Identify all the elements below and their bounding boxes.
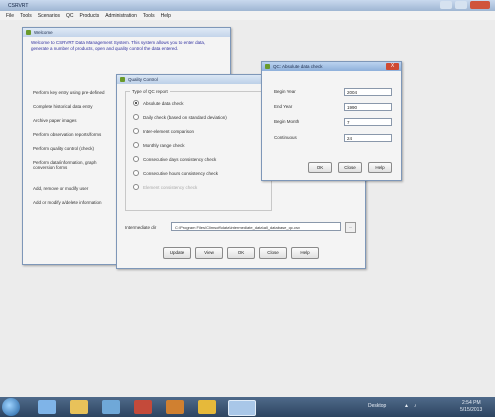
close-dialog-button[interactable]: Close: [259, 247, 287, 259]
clock-time[interactable]: 2:54 PM: [462, 400, 481, 406]
active-app-icon[interactable]: [228, 400, 256, 416]
volume-icon[interactable]: ♪: [414, 403, 417, 409]
app-icon: [265, 64, 270, 69]
close-icon[interactable]: X: [386, 63, 399, 70]
radio-icon: [133, 184, 139, 190]
intermediate-dir-input[interactable]: C:\Program Files\Climsoft\data\intermedi…: [171, 222, 341, 231]
menu-tools-2[interactable]: Tools: [143, 13, 155, 19]
view-button[interactable]: View: [195, 247, 223, 259]
radio-icon: [133, 142, 139, 148]
radio-icon: [133, 156, 139, 162]
app-icon: [120, 77, 125, 82]
welcome-option[interactable]: Perform observation reports/forms: [33, 132, 113, 137]
welcome-option[interactable]: Perform data/information, graph conversi…: [33, 160, 113, 170]
absolute-check-title: QC: Absolute data check: [273, 64, 323, 69]
welcome-option[interactable]: Archive paper images: [33, 118, 113, 123]
welcome-option[interactable]: Complete historical data entry: [33, 104, 113, 109]
begin-year-input[interactable]: 2004: [344, 88, 392, 96]
qc-option-absolute[interactable]: Absolute data check: [133, 100, 184, 106]
begin-month-label: Begin Month: [274, 119, 300, 124]
radio-icon: [133, 170, 139, 176]
app-icon-orange[interactable]: [166, 400, 184, 414]
menu-administration[interactable]: Administration: [105, 13, 137, 19]
welcome-title-bar: Welcome: [23, 28, 230, 37]
absolute-check-dialog: QC: Absolute data check X Begin Year 200…: [261, 61, 402, 181]
end-year-label: End Year: [274, 104, 293, 109]
welcome-option[interactable]: Perform key entry using pre-defined: [33, 90, 113, 95]
qc-type-group-label: Type of QC report: [130, 89, 170, 94]
welcome-option[interactable]: Add or modify a/delete information: [33, 200, 113, 205]
media-player-icon[interactable]: [102, 400, 120, 414]
radio-selected-icon: [133, 100, 139, 106]
app-title: CSRVRT: [8, 2, 29, 9]
end-year-input[interactable]: 1990: [344, 103, 392, 111]
menu-help[interactable]: Help: [161, 13, 171, 19]
intermediate-dir-label: Intermediate dir: [125, 225, 157, 230]
minimize-button[interactable]: [440, 1, 452, 9]
welcome-option[interactable]: Perform quality control (check): [33, 146, 113, 151]
menu-tools[interactable]: Tools: [20, 13, 32, 19]
year-close-button[interactable]: Close: [338, 162, 362, 173]
help-button[interactable]: Help: [291, 247, 319, 259]
menu-products[interactable]: Products: [79, 13, 99, 19]
continuous-input[interactable]: 24: [344, 134, 392, 142]
qc-option-consecutive-hours[interactable]: Consecutive hours consistency check: [133, 170, 218, 176]
taskbar: Desktop ▲ ♪ 2:54 PM 5/15/2013: [0, 397, 495, 417]
welcome-title: Welcome: [34, 30, 53, 35]
qc-option-consecutive-days[interactable]: Consecutive days consistency check: [133, 156, 216, 162]
welcome-intro: Welcome to CSRVRT Data Management System…: [31, 40, 206, 51]
radio-icon: [133, 128, 139, 134]
radio-icon: [133, 114, 139, 120]
menu-file[interactable]: File: [6, 13, 14, 19]
start-button-icon[interactable]: [2, 398, 20, 416]
browser-icon[interactable]: [38, 400, 56, 414]
begin-month-input[interactable]: 7: [344, 118, 392, 126]
maximize-button[interactable]: [455, 1, 467, 9]
qc-option-daily[interactable]: Daily check (based on standard deviation…: [133, 114, 227, 120]
begin-year-label: Begin Year: [274, 89, 296, 94]
app-title-bar: CSRVRT: [0, 0, 495, 11]
year-help-button[interactable]: Help: [368, 162, 392, 173]
app-icon: [26, 30, 31, 35]
update-button[interactable]: Update: [163, 247, 191, 259]
qc-option-inter-element[interactable]: Inter-element comparison: [133, 128, 194, 134]
clock-date[interactable]: 5/15/2013: [460, 407, 482, 413]
menu-qc[interactable]: QC: [66, 13, 74, 19]
folder-icon[interactable]: [70, 400, 88, 414]
app-icon-yellow[interactable]: [198, 400, 216, 414]
qc-option-monthly-range[interactable]: Monthly range check: [133, 142, 185, 148]
qc-type-group: Type of QC report Absolute data check Da…: [125, 89, 272, 211]
continuous-label: Continuous: [274, 135, 297, 140]
absolute-check-title-bar: QC: Absolute data check X: [262, 62, 401, 71]
app-icon-red[interactable]: [134, 400, 152, 414]
browse-button[interactable]: ...: [345, 222, 356, 233]
tray-label[interactable]: Desktop: [368, 403, 386, 409]
welcome-option[interactable]: Add, remove or modify user: [33, 186, 113, 191]
network-icon[interactable]: ▲: [404, 403, 409, 409]
year-ok-button[interactable]: OK: [308, 162, 332, 173]
qc-option-element-consistency[interactable]: Element consistency check: [133, 184, 197, 190]
menu-scenarios[interactable]: Scenarios: [38, 13, 60, 19]
quality-title: Quality Control: [128, 77, 158, 82]
close-button[interactable]: [470, 1, 490, 9]
ok-button[interactable]: OK: [227, 247, 255, 259]
